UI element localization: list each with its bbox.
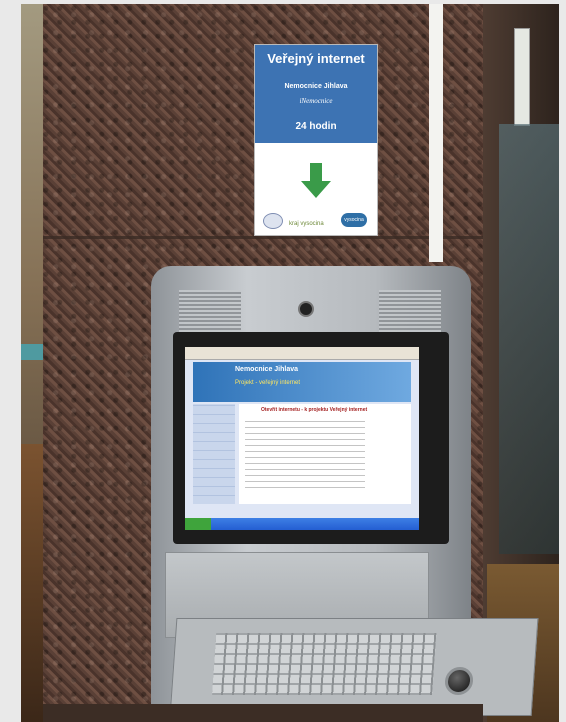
- floor: [43, 704, 483, 722]
- down-arrow-icon: [301, 163, 331, 198]
- logo-kraj: kraj vysocina: [289, 221, 324, 227]
- right-glass: [499, 124, 559, 554]
- scene: Veřejný internet Nemocnice Jihlava iNemo…: [21, 4, 559, 722]
- sign-italic: iNemocnice: [299, 97, 333, 105]
- sign-hours: 24 hodin: [295, 121, 337, 132]
- camera-icon: [298, 301, 314, 317]
- granite-joint: [43, 236, 483, 239]
- banner-subtitle: Projekt - veřejný internet: [235, 380, 301, 386]
- content-text-lines: [245, 418, 365, 488]
- exit-sign: [514, 28, 530, 126]
- website-sidebar[interactable]: [193, 404, 235, 504]
- trackball-icon[interactable]: [444, 667, 474, 695]
- speaker-grille-icon: [379, 290, 441, 334]
- poster-sign: Veřejný internet Nemocnice Jihlava iNemo…: [254, 44, 378, 236]
- content-heading: Otevřít internetu - k projektu Veřejný i…: [261, 407, 368, 413]
- sign-header: Veřejný internet Nemocnice Jihlava iNemo…: [255, 45, 377, 143]
- logo-vysocina: vysocina: [341, 213, 367, 227]
- seal-logo: [263, 213, 283, 229]
- keyboard-key-columns: [212, 633, 437, 695]
- speaker-grille-icon: [179, 290, 241, 334]
- monitor-bezel: Nemocnice Jihlava Projekt - veřejný inte…: [173, 332, 449, 544]
- browser-toolbar[interactable]: [185, 347, 419, 360]
- sign-hospital: Nemocnice Jihlava: [284, 83, 348, 90]
- metal-keyboard[interactable]: [169, 618, 539, 716]
- website-banner: Nemocnice Jihlava Projekt - veřejný inte…: [193, 362, 411, 402]
- photo: Veřejný internet Nemocnice Jihlava iNemo…: [0, 0, 566, 722]
- start-button[interactable]: [185, 518, 211, 530]
- white-strip: [429, 4, 443, 262]
- sign-title: Veřejný internet: [267, 51, 365, 66]
- website-content: Otevřít internetu - k projektu Veřejný i…: [239, 404, 411, 504]
- banner-title: Nemocnice Jihlava: [235, 366, 299, 373]
- sign-logos: kraj vysocina vysocina: [263, 211, 369, 229]
- internet-kiosk: Nemocnice Jihlava Projekt - veřejný inte…: [151, 266, 539, 722]
- kiosk-screen[interactable]: Nemocnice Jihlava Projekt - veřejný inte…: [185, 347, 419, 530]
- taskbar[interactable]: [185, 518, 419, 530]
